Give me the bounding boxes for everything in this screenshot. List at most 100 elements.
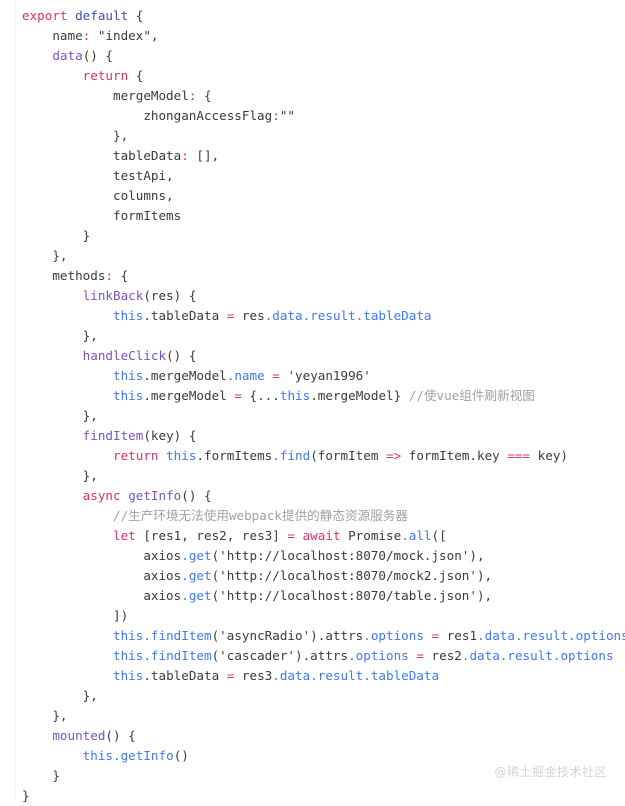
code-line: },	[0, 686, 625, 706]
code-line: }	[0, 226, 625, 246]
code-token: this	[166, 448, 197, 463]
code-line: mergeModel: {	[0, 86, 625, 106]
code-line: data() {	[0, 46, 625, 66]
code-token: axios	[22, 568, 182, 583]
code-line: ])	[0, 606, 625, 626]
code-token: :	[82, 28, 98, 43]
code-token: axios	[22, 588, 182, 603]
code-line: formItems	[0, 206, 625, 226]
code-line: axios.get('http://localhost:8070/table.j…	[0, 586, 625, 606]
code-token: name	[22, 28, 83, 43]
code-token: .data	[461, 648, 500, 663]
code-token: .result	[310, 668, 364, 683]
code-token: this	[113, 368, 144, 383]
code-token: () {	[82, 48, 114, 63]
code-token: },	[22, 128, 129, 143]
code-token: :	[105, 268, 113, 283]
code-line: this.mergeModel.name = 'yeyan1996'	[0, 366, 625, 386]
code-token: await	[302, 528, 341, 543]
code-token: [],	[188, 148, 220, 163]
code-line: testApi,	[0, 166, 625, 186]
code-token: .get	[181, 548, 212, 563]
code-line: export default {	[0, 6, 625, 26]
code-token: .mergeModel}	[310, 388, 409, 403]
code-token: {	[196, 88, 212, 103]
code-token: testApi,	[22, 168, 174, 183]
code-token: //生产环境无法使用webpack提供的静态资源服务器	[113, 508, 408, 523]
code-token: },	[22, 708, 68, 723]
code-line: name: "index",	[0, 26, 625, 46]
code-token: 'yeyan1996'	[279, 368, 371, 383]
code-token: return	[82, 68, 129, 83]
code-token: columns,	[22, 188, 174, 203]
code-token: (formItem	[310, 448, 387, 463]
code-token: ('http://localhost:8070/mock2.json'),	[211, 568, 493, 583]
code-token: {	[128, 68, 144, 83]
code-token: },	[22, 688, 98, 703]
code-token: .findItem	[143, 628, 212, 643]
code-token: ===	[507, 448, 531, 463]
code-line: let [res1, res2, res3] = await Promise.a…	[0, 526, 625, 546]
code-token: .attrs	[317, 628, 364, 643]
code-line: },	[0, 126, 625, 146]
code-token: () {	[105, 728, 136, 743]
code-line: this.tableData = res.data.result.tableDa…	[0, 306, 625, 326]
code-token: .tableData	[355, 308, 432, 323]
code-token: res2	[423, 648, 462, 663]
code-token: =	[416, 648, 424, 663]
code-line: return this.formItems.find(formItem => f…	[0, 446, 625, 466]
code-token: linkBack	[82, 288, 144, 303]
code-line: this.tableData = res3.data.result.tableD…	[0, 666, 625, 686]
code-token: ('cascader')	[211, 648, 303, 663]
code-token: =>	[386, 448, 402, 463]
code-viewer: export default { name: "index", data() {…	[0, 0, 625, 803]
code-token: },	[22, 328, 98, 343]
code-block[interactable]: export default { name: "index", data() {…	[0, 6, 625, 806]
code-token: mergeModel	[22, 88, 189, 103]
code-token: .data	[264, 308, 303, 323]
code-line: this.mergeModel = {...this.mergeModel} /…	[0, 386, 625, 406]
code-token: {	[128, 8, 144, 23]
code-token: ([	[431, 528, 447, 543]
code-token: .mergeModel	[143, 388, 235, 403]
code-line: return {	[0, 66, 625, 86]
code-token: export	[22, 8, 76, 23]
code-token: .tableData	[143, 668, 227, 683]
code-token: .name	[226, 368, 265, 383]
code-token: async	[82, 488, 121, 503]
code-token: .data	[477, 628, 515, 643]
code-token: this	[113, 388, 144, 403]
code-line: tableData: [],	[0, 146, 625, 166]
code-token: default	[75, 8, 129, 23]
code-token: res3	[234, 668, 273, 683]
code-line: zhonganAccessFlag:""	[0, 106, 625, 126]
code-line: mounted() {	[0, 726, 625, 746]
code-token: this	[82, 748, 114, 763]
code-line: axios.get('http://localhost:8070/mock.js…	[0, 546, 625, 566]
code-token: let	[113, 528, 136, 543]
code-token: mounted	[52, 728, 106, 743]
code-token: }	[22, 768, 60, 783]
code-token: .result	[514, 628, 569, 643]
code-line: this.findItem('asyncRadio').attrs.option…	[0, 626, 625, 646]
code-token: =	[234, 388, 242, 403]
code-line: axios.get('http://localhost:8070/mock2.j…	[0, 566, 625, 586]
code-token: methods	[22, 268, 106, 283]
code-token: formItems	[22, 208, 182, 223]
code-token: .options	[348, 648, 409, 663]
code-token: .data	[272, 668, 311, 683]
code-token: },	[22, 408, 98, 423]
code-token: ])	[22, 608, 129, 623]
